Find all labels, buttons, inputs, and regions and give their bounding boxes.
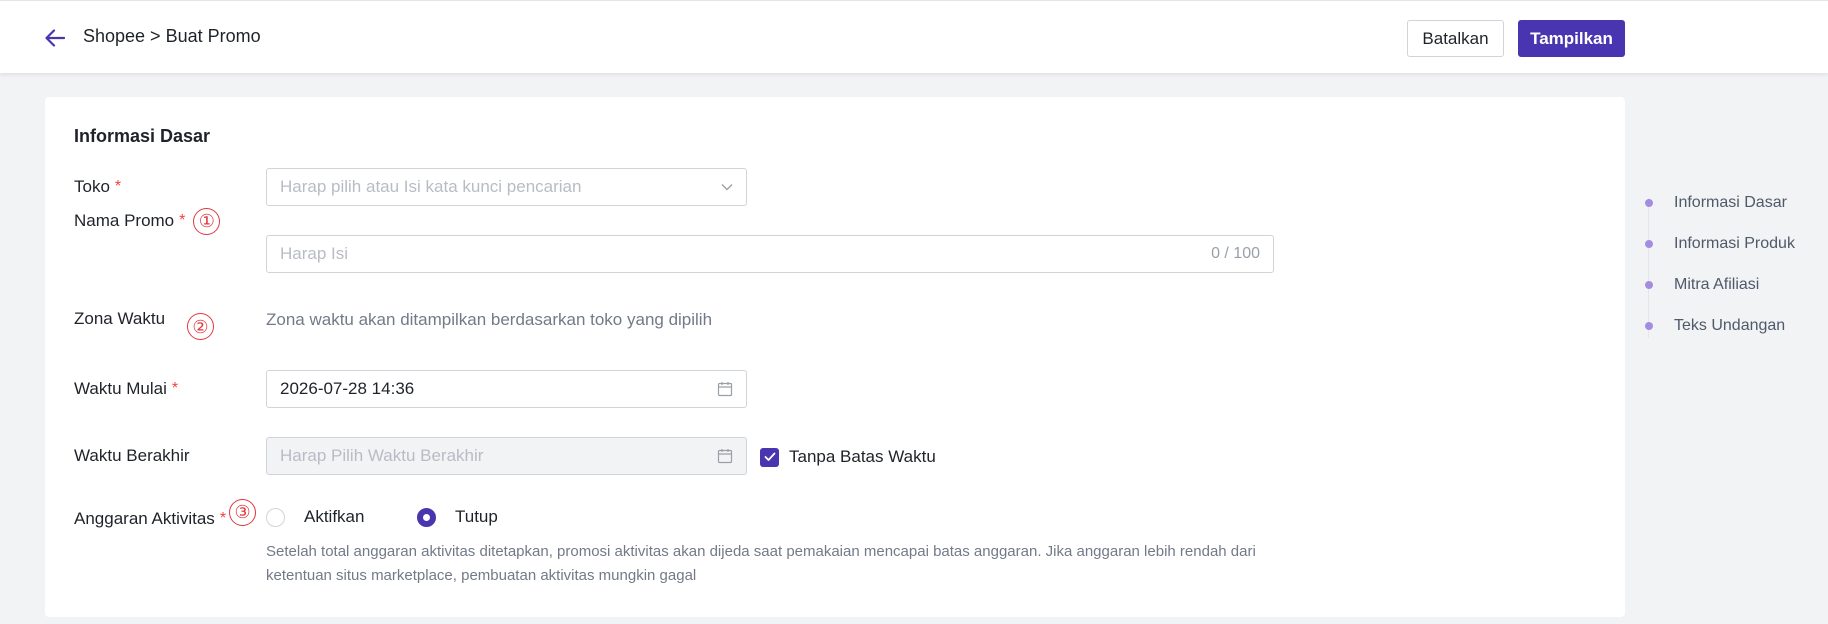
anchor-informasi-produk[interactable]: Informasi Produk [1645,235,1795,253]
waktu-berakhir-label-text: Waktu Berakhir [74,446,190,465]
annotation-marker-3: ③ [229,498,257,526]
toko-placeholder: Harap pilih atau Isi kata kunci pencaria… [280,177,582,196]
radio-label: Tutup [455,507,498,526]
anggaran-label-text: Anggaran Aktivitas [74,509,215,528]
char-counter: 0 / 100 [1211,245,1260,262]
anggaran-label: Anggaran Aktivitas * ③ [74,498,257,534]
annotation-marker-2: ② [187,313,214,340]
no-end-time-checkbox[interactable]: Tanpa Batas Waktu [760,447,936,467]
anchor-dot [1645,199,1653,207]
radio-tutup[interactable]: Tutup [417,507,498,527]
waktu-berakhir-placeholder: Harap Pilih Waktu Berakhir [280,446,484,465]
nama-promo-input[interactable]: Harap Isi 0 / 100 [266,235,1274,273]
waktu-mulai-label: Waktu Mulai * [74,379,178,399]
zona-waktu-label: Zona Waktu [74,309,165,329]
basic-info-card: Informasi Dasar Toko * Harap pilih atau … [45,97,1625,617]
cancel-button[interactable]: Batalkan [1407,20,1504,57]
calendar-icon [717,382,733,397]
anchor-informasi-dasar[interactable]: Informasi Dasar [1645,194,1787,212]
required-mark: * [179,212,186,229]
required-mark: * [171,380,179,397]
zona-waktu-helper: Zona waktu akan ditampilkan berdasarkan … [266,310,713,329]
top-bar: Shopee > Buat Promo Batalkan Tampilkan [0,0,1828,73]
breadcrumb: Shopee > Buat Promo [83,26,261,46]
waktu-berakhir-picker[interactable]: Harap Pilih Waktu Berakhir [266,437,747,475]
toko-select[interactable]: Harap pilih atau Isi kata kunci pencaria… [266,168,747,206]
nama-promo-label-text: Nama Promo [74,211,175,230]
checkbox-label: Tanpa Batas Waktu [789,447,936,466]
nama-promo-placeholder: Harap Isi [280,244,349,263]
toko-label: Toko * [74,177,121,197]
nama-promo-label: Nama Promo * ① [74,206,221,236]
back-button[interactable] [42,25,68,51]
arrow-left-icon [45,29,65,47]
checkbox-box[interactable] [760,447,779,467]
waktu-mulai-label-text: Waktu Mulai [74,379,167,398]
chevron-down-icon [721,184,733,191]
waktu-mulai-picker[interactable]: 2026-07-28 14:36 [266,370,747,408]
anchor-label: Informasi Produk [1674,235,1795,252]
submit-button[interactable]: Tampilkan [1518,20,1625,57]
radio-circle-selected[interactable] [417,507,436,527]
waktu-mulai-value: 2026-07-28 14:36 [280,379,415,398]
anchor-label: Teks Undangan [1674,317,1786,334]
check-icon [764,452,775,461]
radio-label: Aktifkan [304,507,365,526]
required-mark: * [219,510,227,527]
zona-waktu-label-text: Zona Waktu [74,309,166,328]
anchor-teks-undangan[interactable]: Teks Undangan [1645,317,1785,335]
radio-aktifkan[interactable]: Aktifkan [266,507,364,527]
anchor-dot [1645,240,1653,248]
annotation-marker-1: ① [193,207,221,235]
section-title: Informasi Dasar [74,126,211,146]
waktu-berakhir-label: Waktu Berakhir [74,446,190,466]
anchor-mitra-afiliasi[interactable]: Mitra Afiliasi [1645,276,1759,294]
anchor-label: Informasi Dasar [1674,194,1787,211]
toko-label-text: Toko [74,177,110,196]
anggaran-note: Setelah total anggaran aktivitas ditetap… [266,543,1256,584]
radio-circle[interactable] [266,507,285,527]
anchor-label: Mitra Afiliasi [1674,276,1760,293]
calendar-icon [717,449,733,464]
required-mark: * [114,178,122,195]
anchor-dot [1645,322,1653,330]
section-anchor-nav: Informasi Dasar Informasi Produk Mitra A… [1645,190,1828,350]
anchor-dot [1645,281,1653,289]
